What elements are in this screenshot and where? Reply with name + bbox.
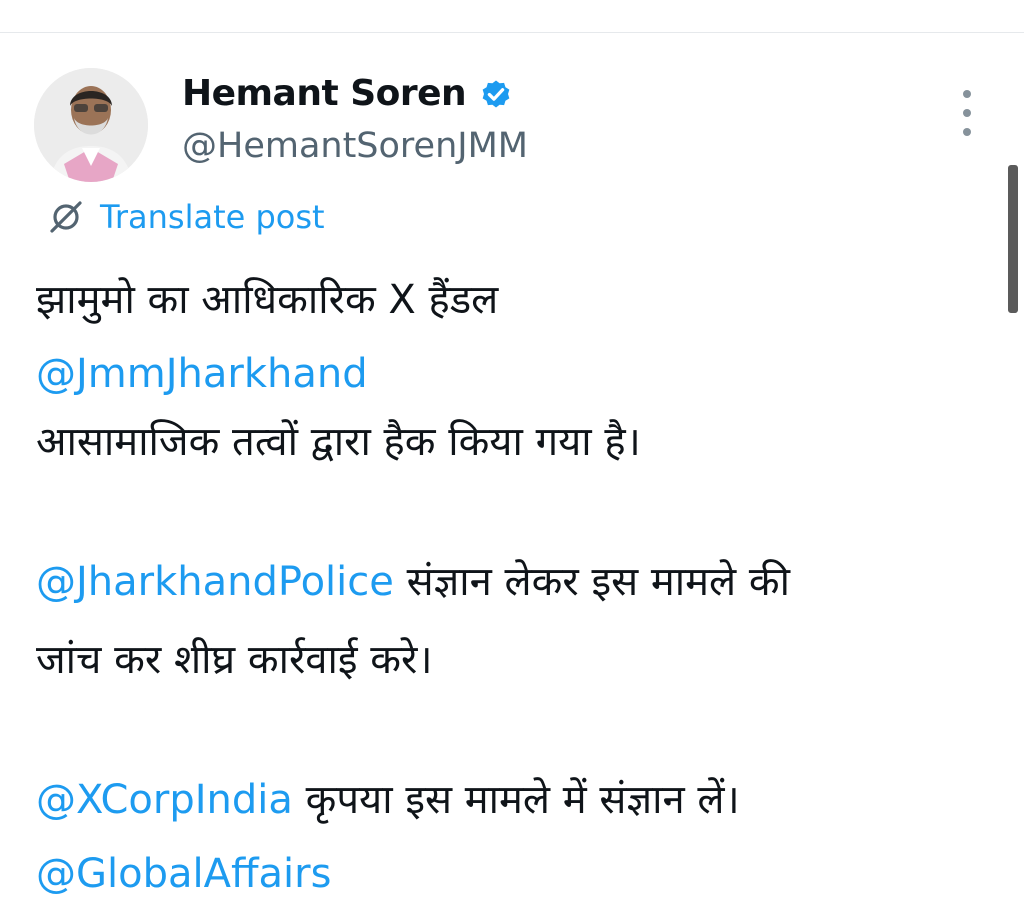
- author-handle[interactable]: @HemantSorenJMM: [182, 122, 528, 170]
- tweet-text-segment: कृपया इस मामले में संज्ञान लें।: [292, 777, 740, 823]
- mention-link-jharkhandpolice[interactable]: @JharkhandPolice: [36, 559, 394, 605]
- tweet-text-line-3: आसामाजिक तत्वों द्वारा हैक किया गया है।: [36, 419, 641, 465]
- translate-post-label: Translate post: [100, 198, 325, 236]
- tweet-line-4: @JharkhandPolice संज्ञान लेकर इस मामले क…: [36, 550, 790, 614]
- mention-link-jmmjharkhand[interactable]: @JmmJharkhand: [36, 351, 368, 397]
- tweet-text-line-1: झामुमो का आधिकारिक X हैंडल: [36, 277, 499, 323]
- mention-link-xcorpindia[interactable]: @XCorpIndia: [36, 777, 293, 823]
- translate-globe-icon: [50, 201, 82, 233]
- translate-post-button[interactable]: Translate post: [44, 195, 325, 239]
- verified-badge-icon: [482, 80, 510, 108]
- author-name-text: Hemant Soren: [182, 73, 467, 114]
- tweet-text-line-5: जांच कर शीघ्र कार्रवाई करे।: [36, 637, 433, 683]
- avatar[interactable]: [34, 68, 148, 182]
- tweet-line-7: @GlobalAffairs: [36, 842, 331, 906]
- tweet-text-segment: संज्ञान लेकर इस मामले की: [393, 559, 790, 605]
- tweet-line-6: @XCorpIndia कृपया इस मामले में संज्ञान ल…: [36, 768, 740, 832]
- scrollbar[interactable]: [1008, 165, 1018, 313]
- more-vertical-icon[interactable]: [952, 90, 982, 136]
- tweet-line-2: @JmmJharkhand: [36, 342, 368, 406]
- author-display-name[interactable]: Hemant Soren: [182, 70, 514, 118]
- avatar-photo: [34, 68, 148, 182]
- top-divider: [0, 32, 1024, 33]
- mention-link-globalaffairs[interactable]: @GlobalAffairs: [36, 851, 331, 897]
